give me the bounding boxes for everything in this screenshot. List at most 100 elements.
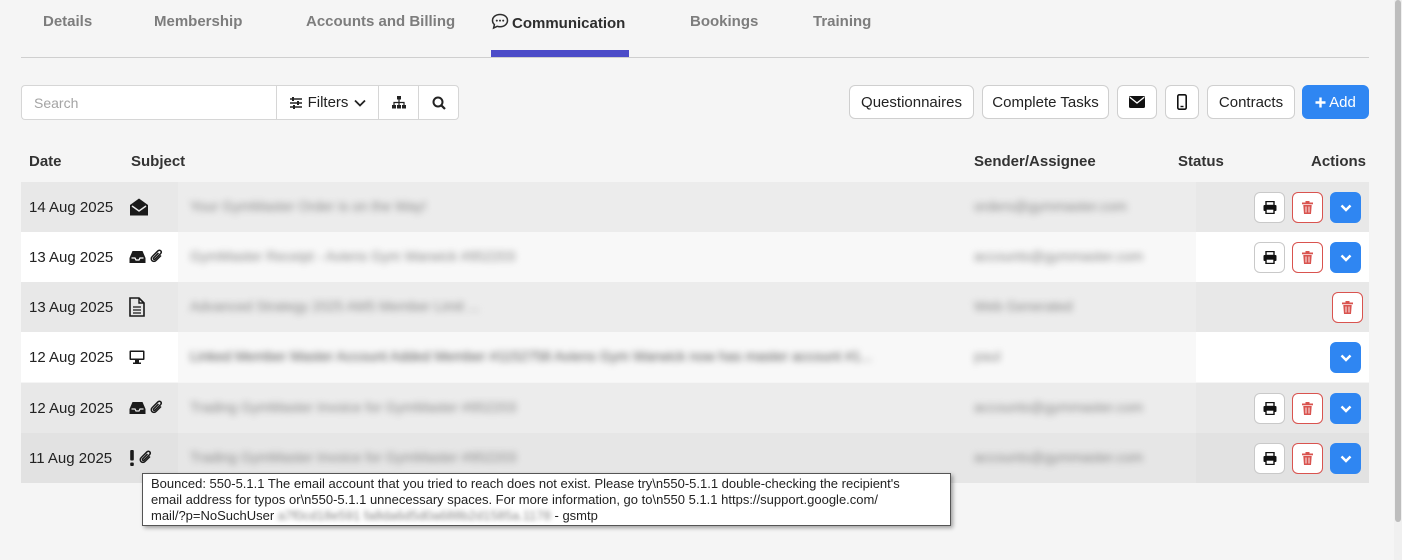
header-actions: Actions <box>1311 153 1367 170</box>
tab-communication[interactable]: Communication <box>491 13 625 33</box>
questionnaires-button[interactable]: Questionnaires <box>849 85 974 119</box>
header-date[interactable]: Date <box>29 153 62 170</box>
filters-button[interactable]: Filters <box>276 85 379 120</box>
print-button[interactable] <box>1254 393 1285 424</box>
row-subject: Advanced Strategy 2025 AM5 Member Limit … <box>190 298 480 314</box>
row-sender: paul <box>974 348 1001 364</box>
search-input[interactable] <box>21 85 277 120</box>
row-subject: Trading GymMaster Invoice for GymMaster … <box>190 399 517 415</box>
paperclip-icon <box>150 249 162 263</box>
contracts-button[interactable]: Contracts <box>1207 85 1295 119</box>
hierarchy-button[interactable] <box>378 85 419 120</box>
delete-button[interactable] <box>1332 292 1363 323</box>
more-dropdown-button[interactable] <box>1330 192 1361 223</box>
more-dropdown-button[interactable] <box>1330 393 1361 424</box>
active-tab-indicator <box>491 50 629 57</box>
tooltip-message-id-redacted: a7f0cd18e591 fa8da6d5d0a688b2d1585a.1178 <box>277 508 551 523</box>
delete-button[interactable] <box>1292 393 1323 424</box>
inbox-icon <box>129 402 146 414</box>
row-type-icons <box>129 296 145 318</box>
row-sender: accounts@gymmaster.com <box>974 248 1144 264</box>
delete-button[interactable] <box>1292 242 1323 273</box>
trash-icon <box>1302 201 1313 214</box>
table-row[interactable]: 14 Aug 2025 Your GymMaster Order is on t… <box>21 182 1369 232</box>
tab-details[interactable]: Details <box>43 13 92 33</box>
header-sender[interactable]: Sender/Assignee <box>974 153 1096 170</box>
more-dropdown-button[interactable] <box>1330 443 1361 474</box>
tab-membership[interactable]: Membership <box>154 13 242 33</box>
row-sender: orders@gymmaster.com <box>974 198 1127 214</box>
more-dropdown-button[interactable] <box>1330 342 1361 373</box>
trash-icon <box>1342 301 1353 314</box>
email-button[interactable] <box>1117 85 1157 119</box>
sms-button[interactable] <box>1165 85 1199 119</box>
inbox-icon <box>129 251 146 263</box>
row-date: 13 Aug 2025 <box>29 299 114 316</box>
tab-accounts-billing[interactable]: Accounts and Billing <box>306 13 455 33</box>
row-sender: accounts@gymmaster.com <box>974 449 1144 465</box>
plus-icon <box>1315 97 1326 107</box>
print-button[interactable] <box>1254 242 1285 273</box>
row-subject: Your GymMaster Order is on the Way! <box>190 198 427 214</box>
row-date: 12 Aug 2025 <box>29 400 114 417</box>
row-content-redacted: Your GymMaster Order is on the Way! orde… <box>178 182 1196 232</box>
table-row[interactable]: 12 Aug 2025 Trading GymMaster Invoice fo… <box>21 383 1369 433</box>
tooltip-line-3-suffix: - gsmtp <box>554 508 598 523</box>
row-type-icons <box>129 397 164 419</box>
exclamation-icon <box>130 450 134 466</box>
scrollbar-thumb[interactable] <box>1395 0 1401 522</box>
add-button-label: Add <box>1329 93 1356 111</box>
mobile-phone-icon <box>1177 94 1187 110</box>
printer-icon <box>1263 402 1276 415</box>
print-button[interactable] <box>1254 443 1285 474</box>
row-type-icons <box>129 346 145 368</box>
trash-icon <box>1302 402 1313 415</box>
row-date: 13 Aug 2025 <box>29 249 114 266</box>
envelope-icon <box>1129 96 1145 108</box>
chevron-down-icon <box>1340 204 1351 212</box>
chevron-down-icon <box>1340 405 1351 413</box>
document-icon <box>129 297 145 317</box>
printer-icon <box>1263 201 1276 214</box>
sliders-icon <box>289 96 302 109</box>
add-button[interactable]: Add <box>1302 85 1369 119</box>
row-sender: accounts@gymmaster.com <box>974 399 1144 415</box>
printer-icon <box>1263 251 1276 264</box>
row-date: 11 Aug 2025 <box>29 450 113 467</box>
tab-bookings[interactable]: Bookings <box>690 13 758 33</box>
page-scrollbar[interactable] <box>1394 0 1402 560</box>
row-content-redacted: Trading GymMaster Invoice for GymMaster … <box>178 383 1196 433</box>
row-content-redacted: GymMaster Receipt - Aviens Gym Warwick #… <box>178 232 1196 282</box>
chevron-down-icon <box>1340 455 1351 463</box>
row-date: 14 Aug 2025 <box>29 199 114 216</box>
delete-button[interactable] <box>1292 443 1323 474</box>
envelope-open-icon <box>130 198 148 216</box>
table-row[interactable]: 12 Aug 2025 Linked Member Master Account… <box>21 332 1369 382</box>
row-subject: GymMaster Receipt - Aviens Gym Warwick #… <box>190 248 516 264</box>
printer-icon <box>1263 452 1276 465</box>
chat-bubble-icon <box>491 13 509 34</box>
tab-training[interactable]: Training <box>813 13 871 33</box>
search-button[interactable] <box>418 85 459 120</box>
table-header: Date Subject Sender/Assignee Status Acti… <box>21 150 1369 174</box>
tooltip-line-3-prefix: mail/?p=NoSuchUser <box>151 508 275 523</box>
complete-tasks-button[interactable]: Complete Tasks <box>982 85 1109 119</box>
header-subject[interactable]: Subject <box>131 153 185 170</box>
chevron-down-icon <box>354 99 367 107</box>
row-subject: Linked Member Master Account Added Membe… <box>190 348 873 364</box>
monitor-icon <box>129 350 145 364</box>
paperclip-icon <box>150 400 162 414</box>
row-content-redacted: Linked Member Master Account Added Membe… <box>178 332 1196 382</box>
bounce-tooltip: Bounced: 550-5.1.1 The email account tha… <box>142 473 951 526</box>
paperclip-icon <box>139 450 151 464</box>
chevron-down-icon <box>1340 254 1351 262</box>
table-row[interactable]: 13 Aug 2025 Advanced Strategy 2025 AM5 M… <box>21 282 1369 332</box>
tab-bar: Details Membership Accounts and Billing … <box>21 0 1369 58</box>
table-row[interactable]: 13 Aug 2025 GymMaster Receipt - Aviens G… <box>21 232 1369 282</box>
row-type-icons <box>129 196 149 218</box>
delete-button[interactable] <box>1292 192 1323 223</box>
more-dropdown-button[interactable] <box>1330 242 1361 273</box>
header-status[interactable]: Status <box>1178 153 1224 170</box>
print-button[interactable] <box>1254 192 1285 223</box>
sitemap-icon <box>391 96 406 109</box>
